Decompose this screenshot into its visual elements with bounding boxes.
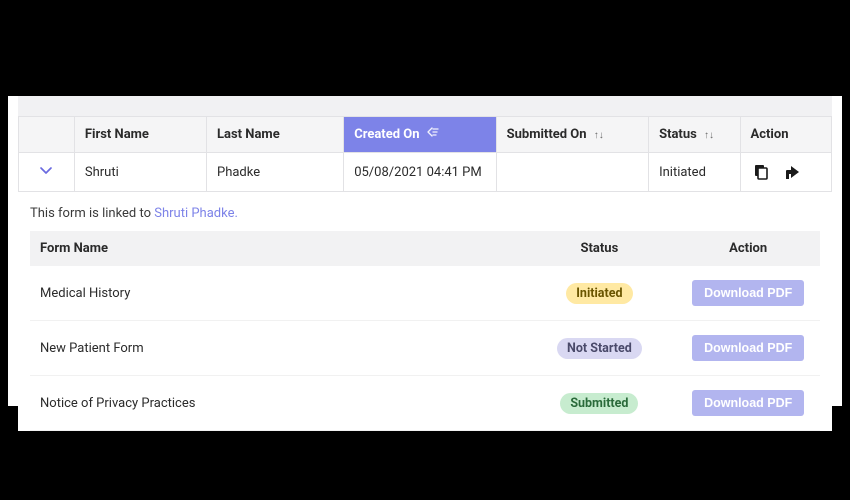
list-item: New Patient Form Not Started Download PD… [30,321,820,376]
download-pdf-button[interactable]: Download PDF [692,390,804,416]
form-name: New Patient Form [30,321,522,376]
form-name: Medical History [30,266,522,321]
sort-desc-icon [427,127,439,141]
row-detail-panel: This form is linked to Shruti Phadke. Fo… [18,192,832,431]
col-submitted-on[interactable]: Submitted On ↑↓ [496,117,648,153]
linked-patient-link[interactable]: Shruti Phadke. [154,206,238,221]
form-name: Notice of Privacy Practices [30,376,522,431]
expand-toggle[interactable] [29,164,64,180]
cell-created-on: 05/08/2021 04:41 PM [344,153,496,192]
sort-icon: ↑↓ [594,130,604,141]
col-created-on-label: Created On [354,127,419,142]
cell-status: Initiated [649,153,740,192]
sub-col-status: Status [522,231,676,266]
share-icon[interactable] [783,163,803,181]
list-item: Medical History Initiated Download PDF [30,266,820,321]
linked-prefix: This form is linked to [30,206,154,221]
copy-icon[interactable] [751,163,769,181]
col-status-label: Status [659,127,697,142]
col-created-on[interactable]: Created On [344,117,496,153]
col-status[interactable]: Status ↑↓ [649,117,740,153]
col-submitted-on-label: Submitted On [507,127,587,142]
sub-col-form-name: Form Name [30,231,522,266]
status-badge: Initiated [566,283,632,304]
download-pdf-button[interactable]: Download PDF [692,280,804,306]
sub-col-action: Action [676,231,820,266]
download-pdf-button[interactable]: Download PDF [692,335,804,361]
forms-sub-table: Form Name Status Action Medical History … [30,231,820,431]
col-last-name[interactable]: Last Name [207,117,344,153]
forms-main-table: First Name Last Name Created On Submitte… [18,116,832,192]
cell-last-name: Phadke [207,153,344,192]
status-badge: Not Started [557,338,642,359]
linked-text: This form is linked to Shruti Phadke. [30,206,820,221]
col-action: Action [740,117,831,153]
col-first-name[interactable]: First Name [74,117,206,153]
list-item: Notice of Privacy Practices Submitted Do… [30,376,820,431]
table-row: Shruti Phadke 05/08/2021 04:41 PM Initia… [19,153,832,192]
cell-submitted-on [496,153,648,192]
cell-first-name: Shruti [74,153,206,192]
col-expand [19,117,75,153]
status-badge: Submitted [560,393,638,414]
sort-icon: ↑↓ [704,130,714,141]
